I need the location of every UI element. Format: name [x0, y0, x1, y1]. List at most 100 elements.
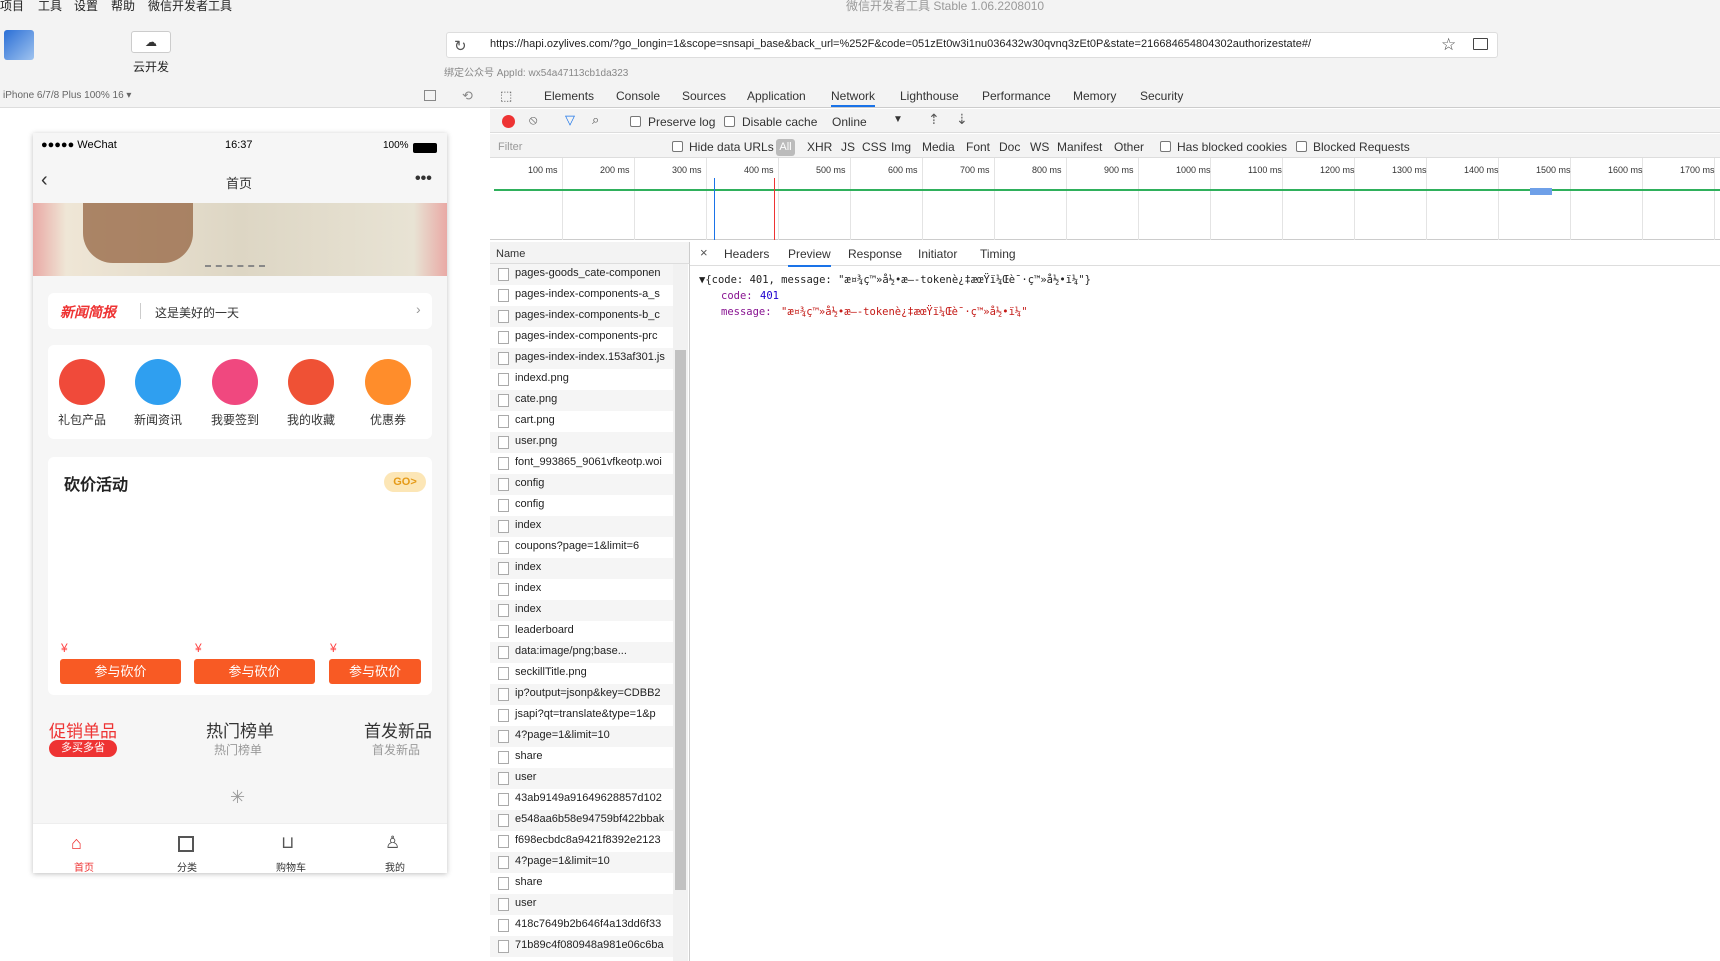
type-css[interactable]: CSS — [862, 140, 887, 154]
url-input[interactable]: https://hapi.ozylives.com/?go_longin=1&s… — [490, 38, 1311, 50]
request-row[interactable]: user.png — [490, 432, 673, 453]
filter-input[interactable]: Filter — [498, 141, 522, 153]
tab-security[interactable]: Security — [1140, 89, 1183, 103]
bargain-button[interactable]: 参与砍价 — [194, 659, 315, 684]
request-row[interactable]: index — [490, 516, 673, 537]
popout-icon[interactable] — [424, 90, 436, 101]
back-icon[interactable]: ‹ — [41, 169, 48, 192]
tab-sources[interactable]: Sources — [682, 89, 726, 103]
inspect-icon[interactable]: ⬚ — [500, 88, 512, 104]
request-row[interactable]: 4?page=1&limit=10 — [490, 852, 673, 873]
home-banner[interactable] — [33, 203, 447, 276]
bargain-button[interactable]: 参与砍价 — [329, 659, 421, 684]
request-row[interactable]: pages-index-components-a_s — [490, 285, 673, 306]
type-other[interactable]: Other — [1114, 140, 1144, 154]
throttle-select[interactable]: Online — [832, 115, 867, 129]
tab-new[interactable]: 首发新品 — [364, 717, 432, 742]
search-icon[interactable]: ⌕ — [592, 112, 599, 128]
detail-tab-initiator[interactable]: Initiator — [918, 247, 957, 261]
type-ws[interactable]: WS — [1030, 140, 1049, 154]
close-icon[interactable]: × — [700, 245, 708, 260]
name-column-header[interactable]: Name — [496, 248, 525, 260]
tab-elements[interactable]: Elements — [544, 89, 594, 103]
cart-icon[interactable]: ⊔ — [281, 833, 294, 853]
device-selector[interactable]: iPhone 6/7/8 Plus 100% 16 ▾ — [3, 90, 131, 101]
request-row[interactable]: index — [490, 600, 673, 621]
cloud-dev-button[interactable]: ☁ — [131, 31, 171, 53]
request-row[interactable]: pages-index-index.153af301.js — [490, 348, 673, 369]
type-font[interactable]: Font — [966, 140, 990, 154]
type-xhr[interactable]: XHR — [807, 140, 832, 154]
blocked-cookies-checkbox[interactable] — [1160, 141, 1171, 152]
request-row[interactable]: share — [490, 873, 673, 894]
tab-promo[interactable]: 促销单品 — [49, 717, 117, 742]
rotate-icon[interactable]: ⟲ — [462, 88, 473, 104]
reload-icon[interactable]: ↻ — [454, 37, 467, 55]
request-row[interactable]: 4?page=1&limit=10 — [490, 726, 673, 747]
star-icon[interactable]: ☆ — [1441, 35, 1456, 55]
request-row[interactable]: 71b89c4f080948a981e06c6ba — [490, 936, 673, 957]
request-row[interactable]: 418c7649b2b646f4a13dd6f33 — [490, 915, 673, 936]
detail-tab-preview[interactable]: Preview — [788, 247, 831, 267]
coupon-icon[interactable] — [365, 359, 411, 405]
request-row[interactable]: user — [490, 894, 673, 915]
request-row[interactable]: f698ecbdc8a9421f8392e2123 — [490, 831, 673, 852]
detail-tab-response[interactable]: Response — [848, 247, 902, 261]
request-row[interactable]: config — [490, 495, 673, 516]
request-row[interactable]: coupons?page=1&limit=6 — [490, 537, 673, 558]
go-button[interactable]: GO> — [384, 472, 426, 492]
tab-memory[interactable]: Memory — [1073, 89, 1116, 103]
user-avatar[interactable] — [4, 30, 34, 60]
filter-icon[interactable]: ▽ — [565, 112, 575, 128]
tab-hot[interactable]: 热门榜单 — [206, 717, 274, 742]
request-row[interactable]: ip?output=jsonp&key=CDBB2 — [490, 684, 673, 705]
tab-network[interactable]: Network — [831, 89, 876, 107]
request-row[interactable]: jsapi?qt=translate&type=1&p — [490, 705, 673, 726]
request-row[interactable]: config — [490, 474, 673, 495]
request-row[interactable]: cate.png — [490, 390, 673, 411]
tab-performance[interactable]: Performance — [982, 89, 1051, 103]
type-all[interactable]: All — [776, 139, 795, 156]
request-row[interactable]: font_993865_9061vfkeotp.woi — [490, 453, 673, 474]
user-icon[interactable]: ♙ — [385, 833, 400, 853]
request-row[interactable]: indexd.png — [490, 369, 673, 390]
type-doc[interactable]: Doc — [999, 140, 1020, 154]
favorite-icon[interactable] — [288, 359, 334, 405]
gift-icon[interactable] — [59, 359, 105, 405]
tab-application[interactable]: Application — [747, 89, 806, 103]
calendar-icon[interactable] — [212, 359, 258, 405]
tabbar-category[interactable]: 分类 — [157, 859, 217, 874]
record-icon[interactable] — [502, 115, 515, 128]
tabbar-cart[interactable]: 购物车 — [261, 859, 321, 874]
category-icon[interactable] — [178, 836, 194, 852]
export-icon[interactable]: ⇣ — [956, 111, 968, 128]
tab-console[interactable]: Console — [616, 89, 660, 103]
type-img[interactable]: Img — [891, 140, 911, 154]
type-js[interactable]: JS — [841, 140, 855, 154]
request-row[interactable]: index — [490, 558, 673, 579]
request-row[interactable]: pages-index-components-prc — [490, 327, 673, 348]
tab-lighthouse[interactable]: Lighthouse — [900, 89, 959, 103]
bargain-button[interactable]: 参与砍价 — [60, 659, 181, 684]
news-card[interactable]: 新闻简报 这是美好的一天 › — [48, 293, 432, 329]
tabbar-me[interactable]: 我的 — [365, 859, 425, 874]
preserve-log-checkbox[interactable] — [630, 116, 641, 127]
blocked-requests-checkbox[interactable] — [1296, 141, 1307, 152]
detail-tab-headers[interactable]: Headers — [724, 247, 769, 261]
request-row[interactable]: seckillTitle.png — [490, 663, 673, 684]
request-row[interactable]: e548aa6b58e94759bf422bbak — [490, 810, 673, 831]
home-icon[interactable]: ⌂ — [71, 833, 82, 854]
type-media[interactable]: Media — [922, 140, 955, 154]
detail-tab-timing[interactable]: Timing — [980, 247, 1016, 261]
preview-object[interactable]: ▼{code: 401, message: "æ¤¾ç™»å½•æ–-token… — [699, 274, 1091, 286]
news-icon[interactable] — [135, 359, 181, 405]
request-row[interactable]: user — [490, 768, 673, 789]
request-row[interactable]: data:image/png;base... — [490, 642, 673, 663]
import-icon[interactable]: ⇡ — [928, 111, 940, 128]
request-row[interactable]: pages-index-components-b_c — [490, 306, 673, 327]
request-row[interactable]: leaderboard — [490, 621, 673, 642]
more-icon[interactable]: ••• — [415, 170, 432, 188]
request-row[interactable]: index — [490, 579, 673, 600]
clear-icon[interactable]: ⦸ — [529, 112, 537, 128]
request-row[interactable]: pages-goods_cate-componen — [490, 264, 673, 285]
